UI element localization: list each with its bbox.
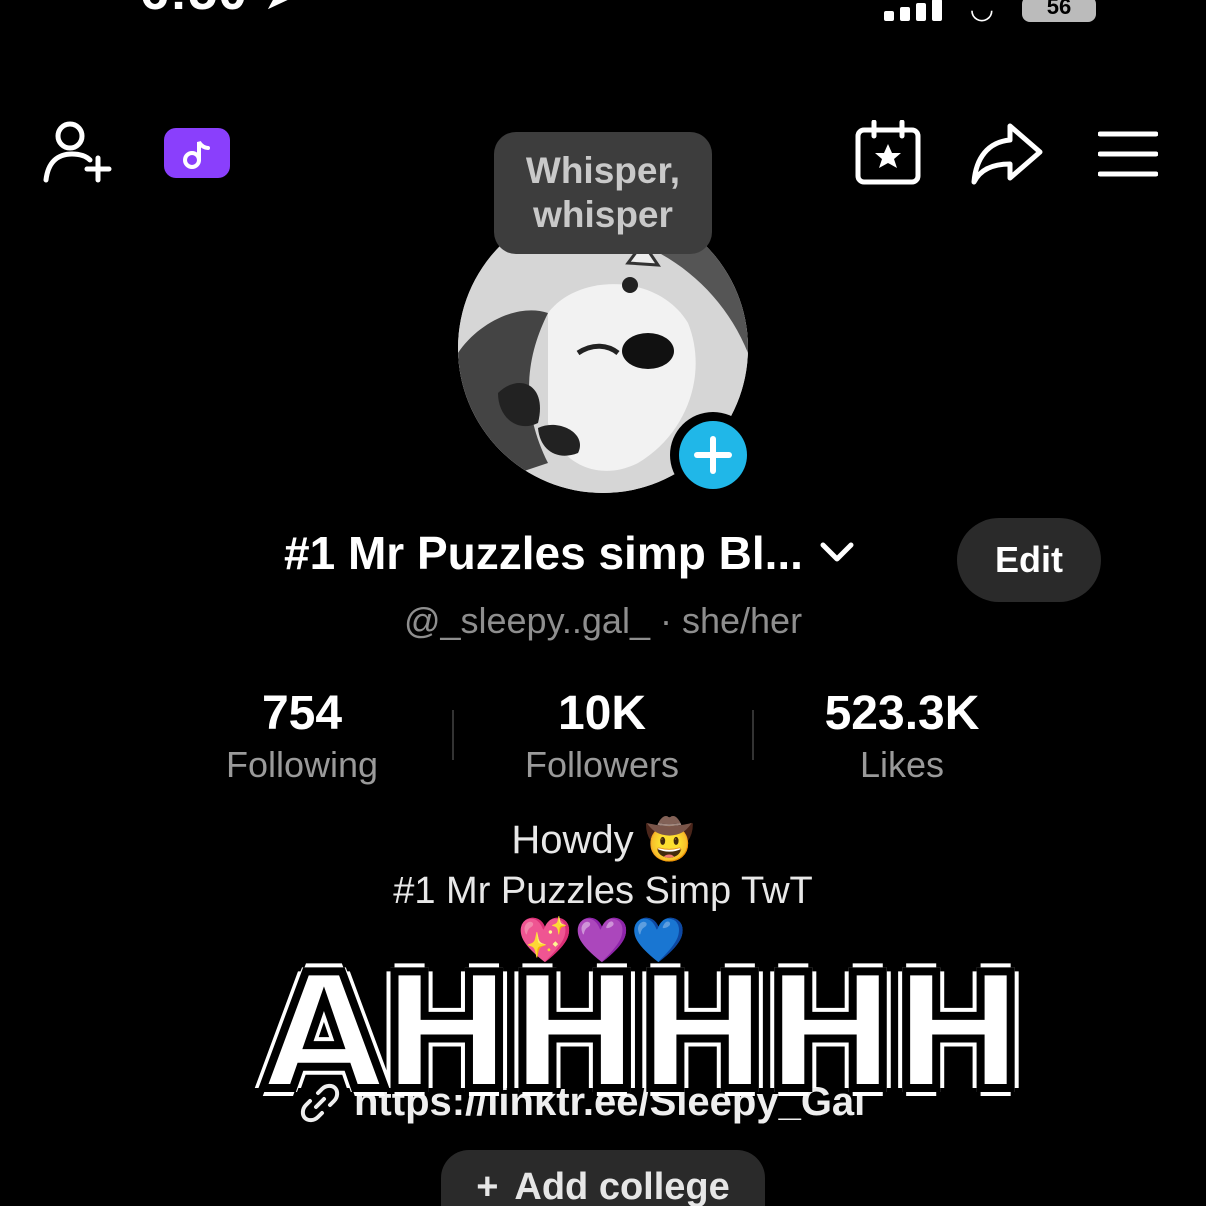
cellular-signal-icon bbox=[883, 0, 942, 21]
tooltip-line-1: Whisper, bbox=[525, 150, 681, 191]
status-indicators: ◡ 56 bbox=[883, 0, 1096, 25]
calendar-star-icon[interactable] bbox=[854, 120, 922, 186]
share-arrow-icon[interactable] bbox=[970, 120, 1044, 186]
likes-label: Likes bbox=[859, 744, 945, 785]
pronouns: · she/her bbox=[659, 600, 803, 641]
plus-icon bbox=[679, 421, 747, 489]
tiktok-ticket-icon[interactable] bbox=[164, 128, 230, 178]
edit-profile-button[interactable]: Edit bbox=[957, 518, 1101, 602]
profile-page: 6:50 ➤ ◡ 56 bbox=[0, 0, 1206, 1206]
bio-line-2: #1 Mr Puzzles Simp TwT bbox=[393, 870, 813, 912]
followers-stat[interactable]: 10K Followers bbox=[452, 686, 752, 788]
followers-count: 10K bbox=[557, 687, 647, 740]
following-stat[interactable]: 754 Following bbox=[152, 686, 452, 788]
handle-row: @_sleepy..gal_ · she/her bbox=[0, 600, 1206, 642]
display-name-row[interactable]: #1 Mr Puzzles simp Bl... bbox=[284, 526, 855, 580]
wifi-icon: ◡ bbox=[969, 0, 994, 24]
username-handle: @_sleepy..gal_ bbox=[403, 600, 650, 641]
overlay-caption: AHHHHH bbox=[258, 939, 1029, 1126]
following-label: Following bbox=[225, 744, 379, 785]
likes-count: 523.3K bbox=[824, 687, 980, 740]
display-name: #1 Mr Puzzles simp Bl... bbox=[284, 527, 803, 579]
hamburger-menu-icon[interactable] bbox=[1098, 130, 1158, 178]
plus-icon: + bbox=[476, 1166, 499, 1206]
chevron-down-icon[interactable] bbox=[819, 541, 855, 565]
likes-stat[interactable]: 523.3K Likes bbox=[752, 686, 1052, 788]
add-college-label: Add college bbox=[514, 1166, 730, 1206]
music-note-icon bbox=[183, 140, 210, 169]
add-college-button[interactable]: + Add college bbox=[441, 1150, 765, 1206]
status-time: 6:50 ➤ bbox=[140, 0, 298, 22]
following-count: 754 bbox=[261, 687, 343, 740]
add-friend-icon[interactable] bbox=[40, 118, 116, 188]
whisper-tooltip: Whisper, whisper bbox=[494, 132, 712, 254]
add-story-button[interactable] bbox=[670, 412, 756, 498]
tooltip-line-2: whisper bbox=[533, 194, 673, 235]
battery-icon: 56 bbox=[1022, 0, 1096, 22]
followers-label: Followers bbox=[524, 744, 680, 785]
location-arrow-icon: ➤ bbox=[264, 0, 299, 18]
bio-line-1: Howdy 🤠 bbox=[511, 818, 695, 862]
